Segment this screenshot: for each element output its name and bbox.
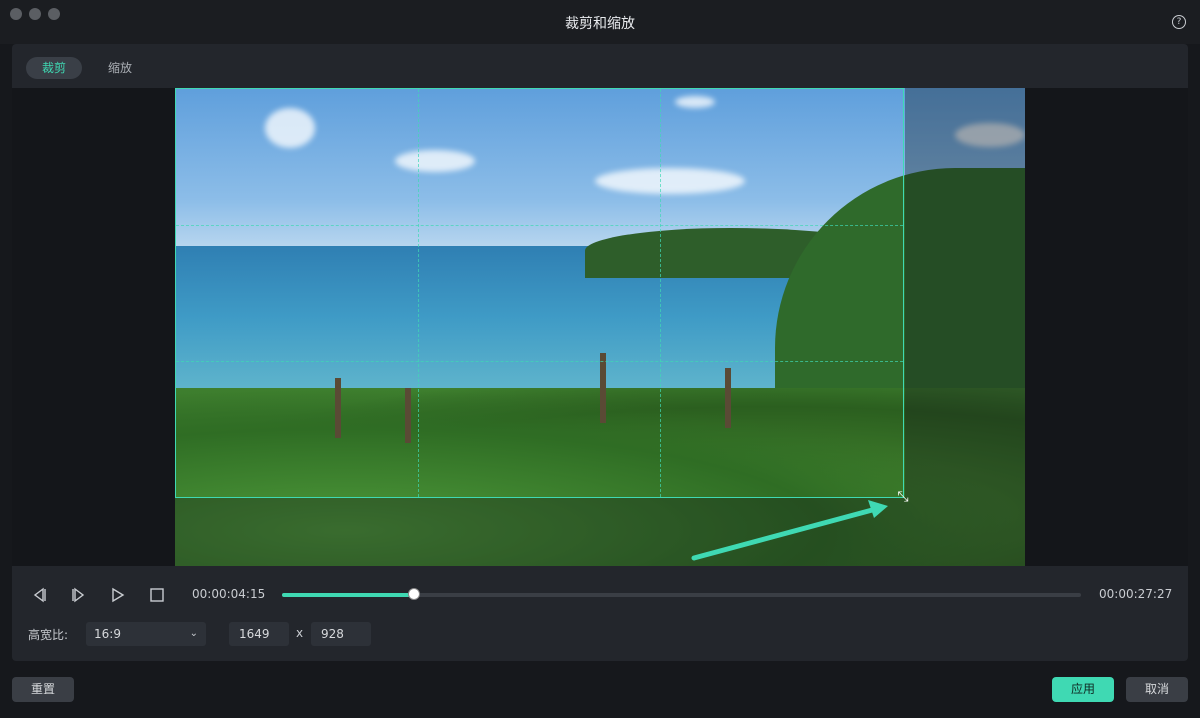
help-icon[interactable]: ? <box>1172 15 1186 29</box>
timeline-handle[interactable] <box>407 588 420 600</box>
crop-grid-line <box>176 360 903 362</box>
apply-button[interactable]: 应用 <box>1052 677 1114 702</box>
timeline-slider[interactable] <box>282 588 1081 600</box>
crop-zoom-panel: 裁剪 缩放 ⤡ 00:00:04:15 00:00:27:27 高宽比: 16:… <box>12 44 1188 661</box>
dimension-separator: x <box>296 626 304 640</box>
previous-frame-icon[interactable] <box>30 586 48 604</box>
crop-grid-line <box>660 89 662 497</box>
tab-zoom[interactable]: 缩放 <box>92 57 148 79</box>
cancel-button[interactable]: 取消 <box>1126 677 1188 702</box>
crop-rectangle[interactable] <box>175 88 904 498</box>
timeline-progress <box>282 593 414 597</box>
aspect-ratio-value: 16:9 <box>94 627 121 641</box>
height-field[interactable]: 928 <box>311 622 371 646</box>
crop-outside-shade <box>905 88 1025 566</box>
aspect-ratio-select[interactable]: 16:9 ⌄ <box>86 622 206 646</box>
total-time: 00:00:27:27 <box>1099 587 1173 601</box>
play-icon[interactable] <box>109 586 127 604</box>
playback-controls: 00:00:04:15 00:00:27:27 高宽比: 16:9 ⌄ 1649… <box>12 566 1188 661</box>
tab-crop[interactable]: 裁剪 <box>26 57 83 79</box>
crop-grid-line <box>176 224 903 226</box>
stop-icon[interactable] <box>148 586 166 604</box>
resize-diagonal-icon[interactable]: ⤡ <box>895 489 911 505</box>
current-time: 00:00:04:15 <box>192 587 266 601</box>
preview-stage: ⤡ <box>12 88 1188 566</box>
width-field[interactable]: 1649 <box>229 622 289 646</box>
title-bar: 裁剪和缩放 ? <box>0 0 1200 44</box>
aspect-ratio-label: 高宽比: <box>28 628 69 642</box>
window-title: 裁剪和缩放 <box>565 16 635 32</box>
reset-button[interactable]: 重置 <box>12 677 74 702</box>
chevron-down-icon: ⌄ <box>189 628 198 639</box>
crop-grid-line <box>418 89 420 497</box>
crop-outside-shade <box>175 498 905 566</box>
next-frame-icon[interactable] <box>70 586 88 604</box>
